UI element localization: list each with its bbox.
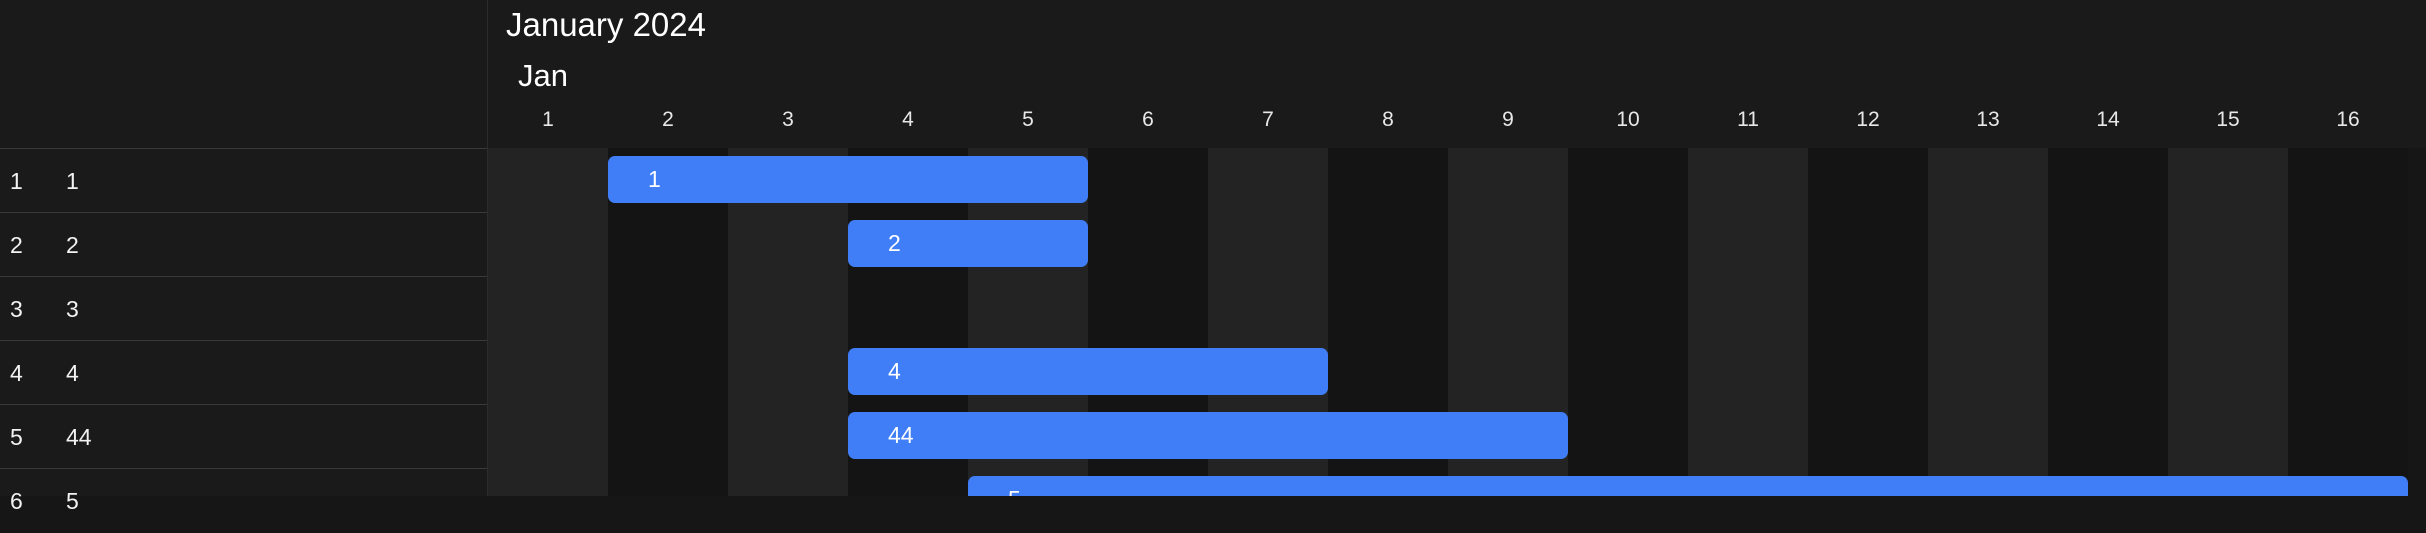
day-label: 13 <box>1976 108 2000 131</box>
row-number: 2 <box>10 232 23 258</box>
day-label: 6 <box>1142 108 1154 131</box>
task-bar-label: 1 <box>648 166 661 192</box>
row-number: 6 <box>10 488 23 514</box>
task-row[interactable]: 1 1 <box>0 148 487 212</box>
timeline: January 2024 Jan 1 2 3 4 5 6 7 8 9 10 11 12 13 14 15 16… <box>488 0 2426 496</box>
day-label: 10 <box>1616 108 1640 131</box>
day-label: 14 <box>2096 108 2120 131</box>
task-row[interactable]: 2 2 <box>0 212 487 276</box>
day-label: 8 <box>1382 108 1394 131</box>
day-column <box>2288 148 2408 496</box>
task-bar-label: 44 <box>888 422 914 448</box>
day-column <box>1568 148 1688 496</box>
task-grid: 1 1 2 2 3 3 4 4 5 44 6 5 <box>0 0 488 514</box>
task-name: 4 <box>66 360 79 386</box>
day-label: 4 <box>902 108 914 131</box>
row-number: 5 <box>10 424 23 450</box>
day-label: 16 <box>2336 108 2360 131</box>
task-name: 2 <box>66 232 79 258</box>
task-bar-label: 5 <box>1008 476 1021 496</box>
day-column <box>488 148 608 496</box>
day-label: 1 <box>542 108 554 131</box>
task-bar[interactable]: 4 <box>848 348 1328 395</box>
row-number: 4 <box>10 360 23 386</box>
day-column <box>2168 148 2288 496</box>
day-label: 11 <box>1737 108 1759 131</box>
day-label: 12 <box>1856 108 1880 131</box>
task-name: 5 <box>66 488 79 514</box>
day-label: 2 <box>662 108 674 131</box>
month-label: Jan <box>518 58 568 93</box>
task-name: 44 <box>66 424 92 450</box>
task-bar[interactable]: 1 <box>608 156 1088 203</box>
day-label: 5 <box>1022 108 1034 131</box>
day-label: 3 <box>782 108 794 131</box>
timeline-body: 124445 <box>488 148 2426 496</box>
task-row[interactable]: 4 4 <box>0 340 487 404</box>
task-bar[interactable]: 2 <box>848 220 1088 267</box>
timeline-header: January 2024 Jan 1 2 3 4 5 6 7 8 9 10 11 12 13 14 15 16 <box>488 0 2426 148</box>
day-column <box>1808 148 1928 496</box>
task-name: 1 <box>66 168 79 194</box>
task-bar[interactable]: 44 <box>848 412 1568 459</box>
task-bar-label: 4 <box>888 358 901 384</box>
task-name: 3 <box>66 296 79 322</box>
task-row[interactable]: 3 3 <box>0 276 487 340</box>
task-bar-label: 2 <box>888 230 901 256</box>
day-column <box>2048 148 2168 496</box>
day-column <box>1688 148 1808 496</box>
month-year-title: January 2024 <box>506 6 706 43</box>
task-grid-header <box>0 0 487 148</box>
task-row[interactable]: 5 44 <box>0 404 487 468</box>
task-row[interactable]: 6 5 <box>0 468 487 532</box>
day-label: 9 <box>1502 108 1514 131</box>
day-label: 7 <box>1262 108 1274 131</box>
day-label: 15 <box>2216 108 2240 131</box>
gantt-chart: 1 1 2 2 3 3 4 4 5 44 6 5 January 2024 Ja… <box>0 0 2426 514</box>
day-column <box>1928 148 2048 496</box>
row-number: 3 <box>10 296 23 322</box>
row-number: 1 <box>10 168 23 194</box>
task-bar[interactable]: 5 <box>968 476 2408 496</box>
